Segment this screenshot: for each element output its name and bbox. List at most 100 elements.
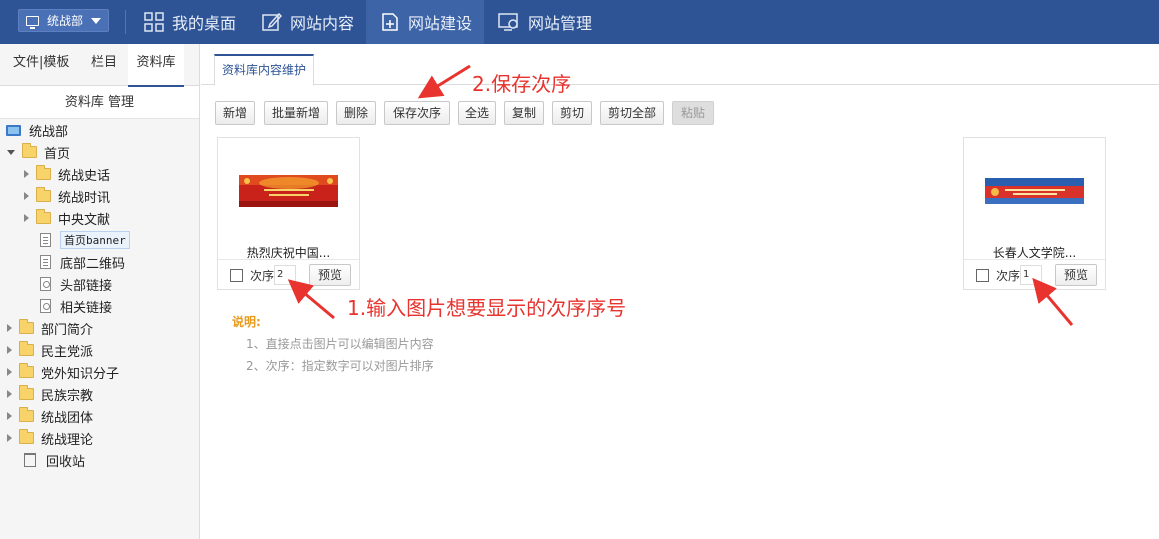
- page-icon: [40, 255, 51, 269]
- main-panel: 资料库内容维护 新增 批量新增 删除 保存次序 全选 复制 剪切 剪切全部 粘贴…: [201, 44, 1159, 539]
- tree-node-label: 民族宗教: [41, 388, 94, 404]
- expand-arrow-icon[interactable]: [7, 390, 12, 398]
- monitor-icon: [6, 124, 21, 136]
- tab-columns[interactable]: 栏目: [91, 44, 117, 86]
- select-checkbox[interactable]: [976, 269, 989, 282]
- expand-arrow-icon[interactable]: [24, 214, 29, 222]
- org-select[interactable]: 统战部: [18, 9, 109, 32]
- link-icon: [40, 277, 51, 291]
- trash-icon: [24, 453, 36, 467]
- nav-dashboard[interactable]: 我的桌面: [144, 0, 254, 44]
- annotation-save-order: 2.保存次序: [472, 72, 572, 96]
- nav-content[interactable]: 网站内容: [262, 0, 366, 44]
- tree-node-header-links[interactable]: 头部链接: [40, 273, 112, 295]
- paste-button[interactable]: 粘贴: [672, 101, 714, 125]
- image-thumbnail[interactable]: [218, 138, 359, 243]
- tree-node-label: 部门简介: [41, 322, 94, 338]
- expand-arrow-icon[interactable]: [7, 434, 12, 442]
- notes-line: 1、直接点击图片可以编辑图片内容: [246, 337, 434, 351]
- tree-node-label: 统战史话: [58, 168, 111, 184]
- batch-add-button[interactable]: 批量新增: [264, 101, 328, 125]
- select-all-button[interactable]: 全选: [458, 101, 496, 125]
- tree-node-label: 统战部: [29, 124, 69, 140]
- folder-icon: [22, 143, 37, 158]
- tree-node-dept[interactable]: 部门简介: [7, 317, 93, 339]
- order-label: 次序: [996, 269, 1021, 283]
- folder-icon: [19, 429, 34, 444]
- tree-node-parties[interactable]: 民主党派: [7, 339, 93, 361]
- expand-arrow-icon[interactable]: [24, 170, 29, 178]
- folder-icon: [19, 385, 34, 400]
- expand-arrow-icon[interactable]: [24, 192, 29, 200]
- collapse-arrow-icon[interactable]: [7, 149, 15, 155]
- expand-arrow-icon[interactable]: [7, 346, 12, 354]
- notes: 说明: 1、直接点击图片可以编辑图片内容 2、次序：指定数字可以对图片排序: [232, 313, 434, 374]
- tab-library[interactable]: 资料库: [128, 44, 184, 87]
- tree-node-intellectuals[interactable]: 党外知识分子: [7, 361, 119, 383]
- preview-button[interactable]: 预览: [1055, 264, 1097, 286]
- expand-arrow-icon[interactable]: [7, 412, 12, 420]
- tree-node-label: 回收站: [46, 454, 86, 470]
- folder-icon: [36, 165, 51, 180]
- tree-node-label: 民主党派: [41, 344, 94, 360]
- folder-icon: [36, 187, 51, 202]
- tree-node-history[interactable]: 统战史话: [24, 163, 110, 185]
- tree-node-label: 相关链接: [60, 300, 113, 316]
- main-tabbar: 资料库内容维护: [201, 44, 1159, 86]
- preview-button[interactable]: 预览: [309, 264, 351, 286]
- tree-node-home-banner[interactable]: 首页banner: [40, 229, 130, 251]
- tree-node-root[interactable]: 统战部: [6, 119, 68, 141]
- nav-manage-label: 网站管理: [528, 14, 593, 33]
- order-label: 次序: [250, 269, 275, 283]
- banner-image[interactable]: [985, 177, 1084, 204]
- folder-icon: [19, 341, 34, 356]
- library-manage-header: 资料库 管理: [0, 86, 199, 119]
- tree-node-label: 首页banner: [60, 231, 130, 249]
- dashboard-icon: [144, 12, 164, 32]
- tree-node-related-links[interactable]: 相关链接: [40, 295, 112, 317]
- expand-arrow-icon[interactable]: [7, 368, 12, 376]
- order-input[interactable]: 1: [1020, 265, 1042, 285]
- divider: [125, 10, 126, 34]
- tab-files-templates[interactable]: 文件|模板: [13, 44, 69, 86]
- tree-node-theory[interactable]: 统战理论: [7, 427, 93, 449]
- copy-button[interactable]: 复制: [504, 101, 544, 125]
- tree-node-label: 头部链接: [60, 278, 113, 294]
- tab-library-content[interactable]: 资料库内容维护: [214, 54, 314, 86]
- banner-image[interactable]: [239, 174, 338, 207]
- tree-node-label: 党外知识分子: [41, 366, 120, 382]
- nav-build[interactable]: 网站建设: [366, 0, 484, 44]
- image-thumbnail[interactable]: [964, 138, 1105, 243]
- add-button[interactable]: 新增: [215, 101, 255, 125]
- expand-arrow-icon[interactable]: [7, 324, 12, 332]
- folder-icon: [19, 363, 34, 378]
- left-sidebar: 文件|模板 栏目 资料库 资料库 管理 统战部 首页 统战史话 统战时讯 中央文…: [0, 44, 200, 539]
- order-input[interactable]: 2: [274, 265, 296, 285]
- annotation-input-order: 1.输入图片想要显示的次序序号: [347, 296, 627, 320]
- nav-build-label: 网站建设: [408, 14, 473, 33]
- tree-node-label: 统战理论: [41, 432, 94, 448]
- tree-node-qrcode[interactable]: 底部二维码: [40, 251, 125, 273]
- delete-button[interactable]: 删除: [336, 101, 376, 125]
- select-checkbox[interactable]: [230, 269, 243, 282]
- tree-node-news[interactable]: 统战时讯: [24, 185, 110, 207]
- edit-icon: [262, 12, 282, 31]
- page-icon: [40, 233, 51, 247]
- save-order-button[interactable]: 保存次序: [384, 101, 450, 125]
- image-card: 长春人文学院... 次序 1 预览: [963, 137, 1106, 290]
- nav-manage[interactable]: 网站管理: [498, 0, 608, 44]
- build-icon: [382, 13, 398, 31]
- tree-node-ethnic-religion[interactable]: 民族宗教: [7, 383, 93, 405]
- tree-node-documents[interactable]: 中央文献: [24, 207, 110, 229]
- image-card: 热烈庆祝中国... 次序 2 预览: [217, 137, 360, 290]
- card-footer: 次序 1 预览: [964, 259, 1105, 290]
- cut-button[interactable]: 剪切: [552, 101, 592, 125]
- cut-all-button[interactable]: 剪切全部: [600, 101, 664, 125]
- sidebar-tabs: 文件|模板 栏目 资料库: [0, 44, 199, 87]
- link-icon: [40, 299, 51, 313]
- tree-node-groups[interactable]: 统战团体: [7, 405, 93, 427]
- tree-node-home[interactable]: 首页: [7, 141, 70, 163]
- folder-icon: [19, 407, 34, 422]
- tree-node-recycle[interactable]: 回收站: [22, 449, 85, 471]
- folder-icon: [36, 209, 51, 224]
